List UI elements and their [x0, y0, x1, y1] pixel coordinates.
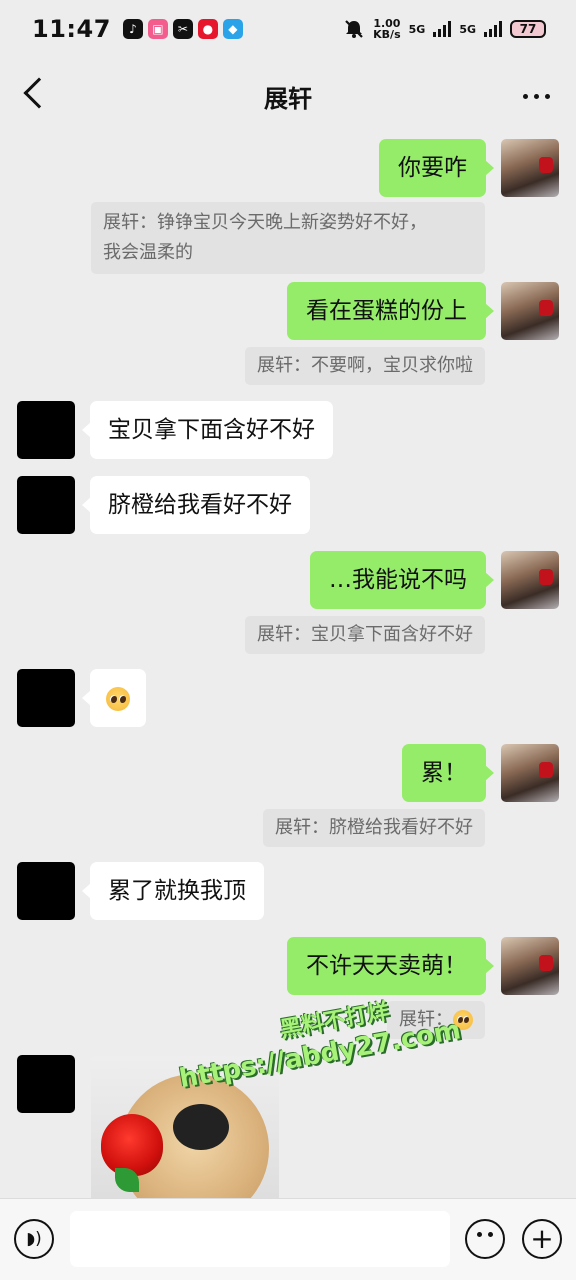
weibo-icon: ● [197, 19, 218, 39]
pleading-face-emoji [106, 686, 130, 711]
contact-avatar[interactable] [17, 476, 75, 534]
my-avatar[interactable] [501, 282, 559, 340]
rose [101, 1114, 163, 1176]
message-bubble-received[interactable]: 宝贝拿下面含好不好 [82, 401, 333, 459]
message-bubble-received[interactable]: 累了就换我顶 [82, 862, 264, 920]
message-bubble-sent[interactable]: 累！ [402, 744, 494, 802]
input-bar: ◗) + [0, 1198, 576, 1280]
signal-icon [433, 21, 452, 37]
status-indicators: 1.00 KB/s 5G 5G 77 [343, 18, 546, 40]
status-time: 11:47 [32, 15, 111, 43]
my-avatar[interactable] [501, 937, 559, 995]
sim1-label: 5G [408, 22, 426, 36]
net-speed: 1.00 KB/s [373, 18, 400, 40]
my-avatar[interactable] [501, 139, 559, 197]
message-bubble-sent[interactable]: …我能说不吗 [310, 551, 494, 609]
contact-avatar[interactable] [17, 401, 75, 459]
sim2-label: 5G [459, 22, 476, 36]
battery-level: 77 [519, 22, 537, 36]
message-bubble-received[interactable] [82, 669, 146, 727]
net-speed-unit: KB/s [373, 28, 401, 41]
plus-icon[interactable]: + [522, 1219, 562, 1259]
capcut-icon: ✂ [172, 19, 193, 39]
contact-avatar[interactable] [17, 669, 75, 727]
tiktok-icon: ♪ [122, 19, 143, 39]
my-avatar[interactable] [501, 744, 559, 802]
quoted-reply[interactable]: 展轩：脐橙给我看好不好 [263, 809, 485, 847]
emoji-icon[interactable] [465, 1219, 505, 1259]
quoted-reply[interactable]: 展轩：宝贝拿下面含好不好 [245, 616, 485, 654]
battery-icon: 77 [510, 20, 546, 38]
signal-icon-2 [484, 21, 502, 37]
more-dots-icon[interactable] [523, 94, 550, 99]
message-bubble-received[interactable]: 脐橙给我看好不好 [82, 476, 310, 534]
chat-title: 展轩 [264, 84, 312, 113]
contact-avatar[interactable] [17, 1055, 75, 1113]
message-bubble-sent[interactable]: 你要咋 [379, 139, 494, 197]
quoted-reply[interactable]: 展轩：铮铮宝贝今天晚上新姿势好不好， 我会温柔的 [91, 202, 485, 274]
contact-avatar[interactable] [17, 862, 75, 920]
message-bubble-sent[interactable]: 不许天天卖萌！ [287, 937, 494, 995]
status-bar: 11:47 ♪ ▣ ✂ ● ◆ 1.00 KB/s 5G 5G 77 [0, 0, 576, 58]
chat-header: 展轩 [0, 58, 576, 134]
message-input[interactable] [70, 1211, 450, 1267]
my-avatar[interactable] [501, 551, 559, 609]
quoted-reply[interactable]: 展轩：不要啊，宝贝求你啦 [245, 347, 485, 385]
chevron-left-icon[interactable] [23, 77, 55, 109]
puppy-nose [173, 1104, 229, 1150]
status-app-icons: ♪ ▣ ✂ ● ◆ [122, 19, 243, 39]
voice-icon[interactable]: ◗) [14, 1219, 54, 1259]
bilibili-icon: ▣ [147, 19, 168, 39]
app-icon: ◆ [222, 19, 243, 39]
message-bubble-sent[interactable]: 看在蛋糕的份上 [287, 282, 494, 340]
mute-icon [345, 20, 363, 38]
